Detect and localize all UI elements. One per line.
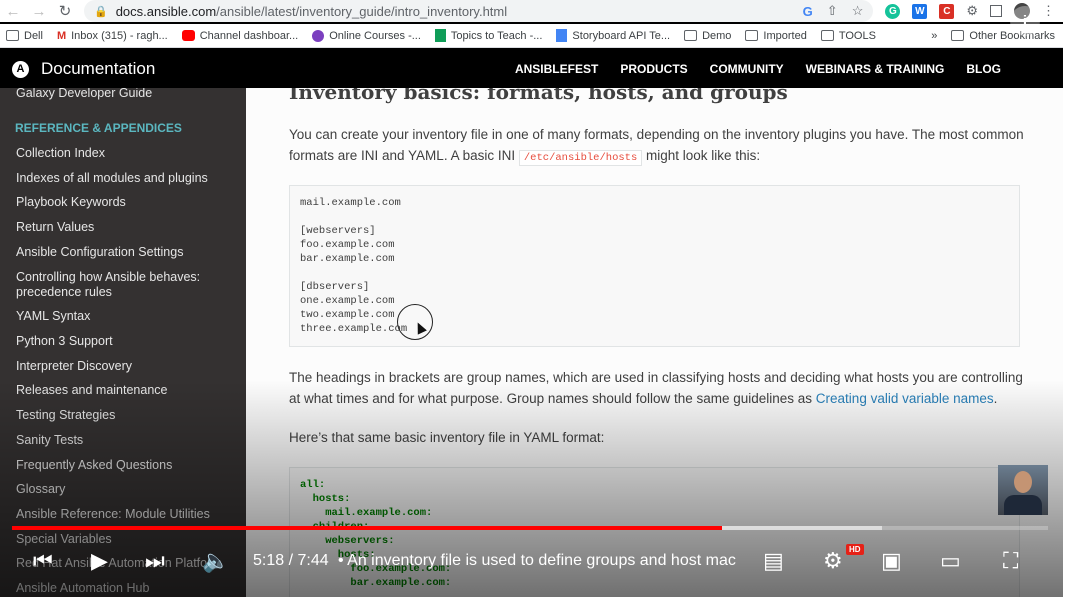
- inline-code: /etc/ansible/hosts: [518, 150, 643, 166]
- docs-header: A Documentation ANSIBLEFEST PRODUCTS COM…: [0, 50, 1063, 88]
- bookmark-item[interactable]: Dell: [6, 30, 43, 42]
- intro-paragraph: You can create your inventory file in on…: [289, 127, 1024, 166]
- progress-bar[interactable]: [12, 526, 1048, 530]
- folder-icon: [745, 30, 759, 41]
- folder-icon: [6, 30, 19, 41]
- browser-toolbar: ← → ↻ 🔒 docs.ansible.com /ansible/latest…: [0, 0, 1063, 22]
- sidebar-item[interactable]: Interpreter Discovery: [0, 359, 148, 374]
- fullscreen-icon[interactable]: ⛶: [1003, 546, 1018, 576]
- sidebar-item[interactable]: YAML Syntax: [0, 309, 106, 324]
- bookmark-item[interactable]: Online Courses -...: [312, 29, 421, 42]
- sidebar-item[interactable]: Indexes of all modules and plugins: [0, 171, 224, 186]
- bookmark-item[interactable]: Storyboard API Te...: [556, 29, 670, 42]
- youtube-icon: [181, 30, 195, 41]
- sidebar-item[interactable]: Controlling how Ansible behaves: precede…: [0, 270, 230, 300]
- next-icon[interactable]: ⏭: [145, 546, 165, 576]
- variable-names-link[interactable]: Creating valid variable names: [816, 391, 994, 406]
- yaml-intro-paragraph: Here’s that same basic inventory file in…: [289, 430, 605, 445]
- folder-icon: [820, 30, 834, 41]
- sidebar-item[interactable]: Glossary: [0, 482, 81, 497]
- progress-played: [12, 526, 722, 530]
- sidebar-item[interactable]: Ansible Reference: Module Utilities: [0, 507, 226, 522]
- bookmark-item[interactable]: Imported: [745, 30, 807, 42]
- sidebar-item[interactable]: Frequently Asked Questions: [0, 458, 188, 473]
- bookmark-item[interactable]: Channel dashboar...: [181, 30, 298, 42]
- docs-nav: ANSIBLEFEST PRODUCTS COMMUNITY WEBINARS …: [515, 62, 1063, 76]
- bookmark-item[interactable]: TOOLS: [820, 30, 876, 42]
- ansible-logo[interactable]: A: [12, 60, 29, 78]
- hd-badge: HD: [846, 544, 864, 555]
- sidepanel-icon[interactable]: [990, 5, 1002, 17]
- bookmarks-more-button[interactable]: »: [931, 30, 937, 42]
- back-icon[interactable]: ←: [0, 3, 26, 20]
- previous-icon[interactable]: ⏮: [33, 546, 53, 576]
- sidebar-item[interactable]: Releases and maintenance: [0, 383, 184, 398]
- player-controls: ⏮ ▶ ⏭ 🔈 5:18 / 7:44 • An inventory file …: [0, 540, 1063, 585]
- puzzle-icon[interactable]: ⚙: [966, 3, 978, 19]
- nav-link[interactable]: WEBINARS & TRAINING: [806, 62, 945, 76]
- info-icon[interactable]: i: [1010, 6, 1040, 36]
- groups-paragraph: The headings in brackets are group names…: [289, 370, 1023, 406]
- sidebar-item[interactable]: Python 3 Support: [0, 334, 129, 349]
- reload-icon[interactable]: ↻: [52, 2, 78, 20]
- bookmarks-bar: Dell M Inbox (315) - ragh... Channel dash…: [0, 24, 1063, 48]
- nav-link[interactable]: BLOG: [966, 62, 1001, 76]
- bookmark-star-icon[interactable]: ☆: [852, 3, 864, 19]
- extension-doc-icon[interactable]: W: [912, 3, 928, 19]
- nav-link[interactable]: COMMUNITY: [710, 62, 784, 76]
- share-icon[interactable]: ⇧: [827, 3, 838, 19]
- docs-title[interactable]: Documentation: [41, 59, 155, 79]
- sheets-icon: [434, 29, 446, 42]
- extension-red-icon[interactable]: C: [939, 3, 955, 19]
- theater-mode-icon[interactable]: ▭: [940, 546, 961, 576]
- forward-icon[interactable]: →: [26, 3, 52, 20]
- docs-content: Inventory basics: formats, hosts, and gr…: [246, 88, 1063, 597]
- sidebar-item[interactable]: Sanity Tests: [0, 433, 99, 448]
- page-edge: [1063, 0, 1078, 597]
- chapter-title[interactable]: • An inventory file is used to define gr…: [338, 552, 736, 570]
- bookmark-item[interactable]: M Inbox (315) - ragh...: [56, 30, 168, 43]
- url-path: /ansible/latest/inventory_guide/intro_in…: [216, 3, 508, 19]
- presenter-webcam: [998, 465, 1048, 515]
- docs-icon: [556, 29, 568, 42]
- section-heading: Inventory basics: formats, hosts, and gr…: [289, 88, 788, 104]
- yaml-line: hosts:: [300, 493, 351, 505]
- docs-sidebar: Galaxy Developer Guide REFERENCE & APPEN…: [0, 88, 246, 597]
- folder-icon: [951, 30, 965, 41]
- nav-link[interactable]: PRODUCTS: [620, 62, 687, 76]
- google-icon[interactable]: G: [803, 4, 813, 19]
- sidebar-item[interactable]: Playbook Keywords: [0, 195, 142, 210]
- cursor-highlight: [397, 304, 433, 340]
- sidebar-item[interactable]: Return Values: [0, 220, 110, 235]
- url-host: docs.ansible.com: [115, 3, 217, 19]
- sidebar-caption: REFERENCE & APPENDICES: [15, 121, 182, 135]
- course-icon: [312, 29, 325, 42]
- sidebar-item[interactable]: Collection Index: [0, 146, 121, 161]
- settings-gear-icon[interactable]: ⚙: [823, 546, 843, 576]
- menu-dots-icon[interactable]: ⋮: [1042, 3, 1055, 19]
- other-bookmarks[interactable]: Other Bookmarks: [951, 30, 1055, 42]
- subtitles-icon[interactable]: ▤: [763, 546, 784, 576]
- bookmark-item[interactable]: Demo: [684, 30, 731, 42]
- lock-icon: 🔒: [94, 5, 108, 18]
- sidebar-item[interactable]: Galaxy Developer Guide: [0, 88, 168, 101]
- yaml-line: all:: [300, 479, 326, 491]
- sidebar-item[interactable]: Ansible Configuration Settings: [0, 245, 199, 260]
- play-icon[interactable]: ▶: [91, 546, 108, 576]
- miniplayer-icon[interactable]: ▣: [881, 546, 902, 576]
- volume-icon[interactable]: 🔈: [202, 546, 229, 576]
- time-display: 5:18 / 7:44: [253, 552, 329, 569]
- folder-icon: [684, 30, 698, 41]
- nav-link[interactable]: ANSIBLEFEST: [515, 62, 598, 76]
- bookmark-item[interactable]: Topics to Teach -...: [434, 29, 542, 42]
- gmail-icon: M: [56, 30, 67, 42]
- sidebar-item[interactable]: Testing Strategies: [0, 408, 131, 423]
- grammarly-icon[interactable]: G: [885, 3, 901, 19]
- address-bar[interactable]: 🔒 docs.ansible.com /ansible/latest/inven…: [84, 0, 874, 22]
- yaml-line: mail.example.com:: [300, 507, 433, 519]
